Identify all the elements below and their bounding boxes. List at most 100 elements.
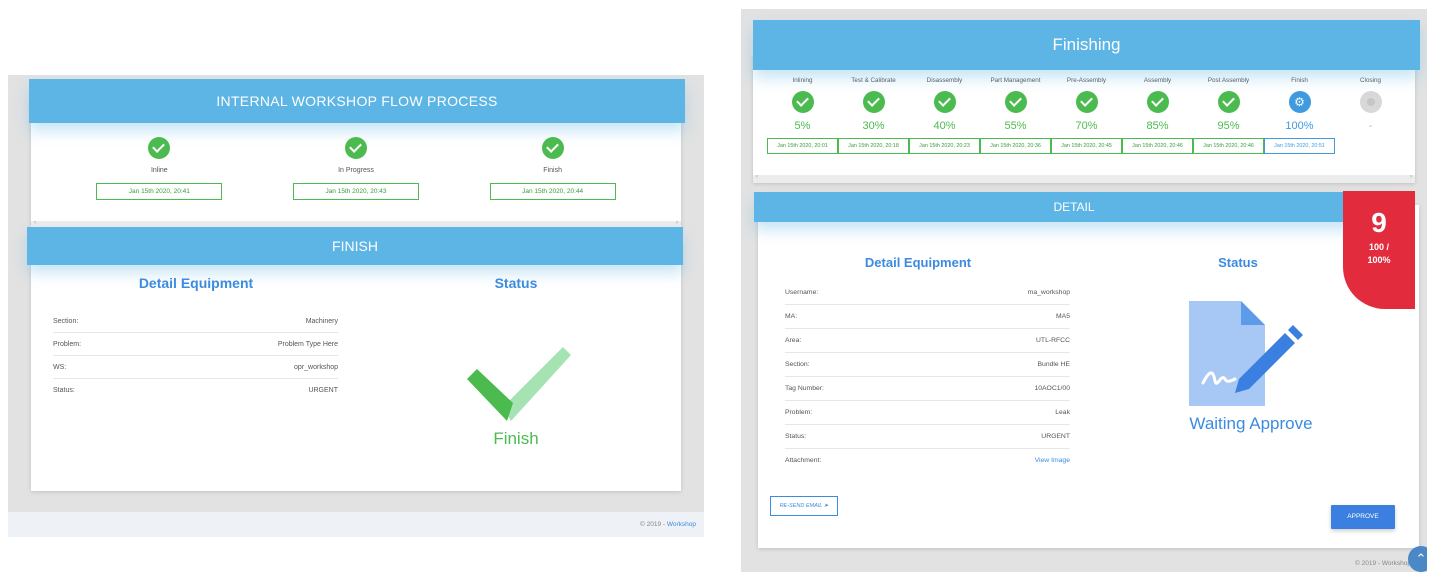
detail-key: Status:	[785, 433, 807, 440]
scroll-left-icon[interactable]: ‹	[756, 174, 758, 180]
step-label: Finish	[543, 167, 562, 174]
stage-disassembly: Disassembly 40% Jan 15th 2020, 20:23	[909, 77, 980, 154]
check-icon	[1217, 91, 1240, 113]
check-icon	[933, 91, 956, 113]
stage-date: Jan 15th 2020, 20:01	[767, 138, 838, 154]
detail-row-section: Section: Machinery	[53, 310, 338, 333]
step-label: In Progress	[338, 167, 374, 174]
stage-date: Jan 15th 2020, 20:18	[838, 138, 909, 154]
status-title: Status	[494, 275, 538, 291]
step-date: Jan 15th 2020, 20:43	[292, 183, 419, 200]
finish-card: FINISH Detail Equipment Status Section: M…	[27, 227, 683, 491]
check-icon	[344, 137, 367, 159]
stage-part-management: Part Management 55% Jan 15th 2020, 20:36	[980, 77, 1051, 154]
detail-key: Section:	[53, 318, 79, 325]
detail-key: Tag Number:	[785, 385, 824, 392]
detail-row-status: Status: URGENT	[785, 425, 1070, 449]
view-image-link[interactable]: View Image	[1035, 449, 1070, 473]
finish-check-icon	[467, 347, 571, 421]
scroll-right-icon[interactable]: ›	[1410, 174, 1412, 180]
stage-date: Jan 15th 2020, 20:36	[980, 138, 1051, 154]
stage-percent: 55%	[1004, 120, 1027, 132]
scroll-right-icon[interactable]: ›	[676, 220, 678, 226]
footer: © 2019 - Workshop	[8, 512, 704, 537]
gear-icon: ⚙	[1288, 91, 1311, 113]
detail-key: Status:	[53, 387, 75, 394]
detail-value: Bundle HE	[1037, 361, 1071, 368]
detail-row-section: Section: Bundle HE	[785, 353, 1070, 377]
check-icon	[1004, 91, 1027, 113]
detail-row-status: Status: URGENT	[53, 379, 338, 402]
finish-header: FINISH	[27, 227, 683, 265]
stage-closing: Closing -	[1335, 77, 1406, 154]
detail-row-problem: Problem: Leak	[785, 401, 1070, 425]
stage-inlining: Inlining 5% Jan 15th 2020, 20:01	[767, 77, 838, 154]
detail-value: Leak	[1055, 409, 1070, 416]
stage-finish: Finish ⚙ 100% Jan 15th 2020, 20:51	[1264, 77, 1335, 154]
stage-label: Post Assembly	[1207, 77, 1250, 84]
detail-value: Machinery	[305, 318, 338, 325]
detail-key: Section:	[785, 361, 810, 368]
scroll-left-icon[interactable]: ‹	[34, 220, 36, 226]
scroll-to-top-icon[interactable]: ⌃	[1408, 546, 1427, 572]
detail-key: Username:	[785, 289, 819, 296]
detail-header: DETAIL	[754, 192, 1394, 222]
approve-button[interactable]: APPROVE	[1331, 505, 1395, 529]
check-icon	[541, 137, 564, 159]
flow-step-finish: Finish Jan 15th 2020, 20:44	[483, 137, 623, 200]
badge-number: 9	[1371, 207, 1387, 238]
finish-status-text: Finish	[493, 429, 539, 448]
detail-value: ma_workshop	[1027, 289, 1070, 296]
detail-value: Problem Type Here	[277, 341, 338, 348]
send-icon: ➤	[823, 503, 829, 509]
stage-label: Finish	[1291, 77, 1308, 84]
stage-percent: 95%	[1217, 120, 1240, 132]
stage-percent: 70%	[1075, 120, 1098, 132]
stage-percent: -	[1368, 120, 1373, 132]
stage-progress-card: Inlining 5% Jan 15th 2020, 20:01 Test & …	[753, 55, 1415, 183]
detail-value: MA5	[1056, 313, 1070, 320]
check-icon	[791, 91, 814, 113]
detail-list: Section: Machinery Problem: Problem Type H…	[53, 310, 338, 402]
footer: © 2019 - Workshop	[1355, 560, 1411, 567]
resend-email-button[interactable]: RE-SEND EMAIL ➤	[770, 496, 838, 516]
resend-email-label: RE-SEND EMAIL	[779, 503, 823, 509]
flow-step-inline: Inline Jan 15th 2020, 20:41	[89, 137, 229, 200]
footer-text: © 2019 -	[640, 521, 667, 528]
progress-badge: 9 100 / 100%	[1343, 191, 1415, 309]
step-label: Inline	[150, 167, 168, 174]
check-icon	[1075, 91, 1098, 113]
stage-date: Jan 15th 2020, 20:23	[909, 138, 980, 154]
stage-percent: 30%	[862, 120, 885, 132]
detail-key: Attachment:	[785, 457, 822, 464]
stage-date: Jan 15th 2020, 20:45	[1051, 138, 1122, 154]
flow-process-header: INTERNAL WORKSHOP FLOW PROCESS	[29, 79, 685, 123]
detail-key: Problem:	[53, 341, 82, 348]
detail-row-ws: WS: opr_workshop	[53, 356, 338, 379]
step-date: Jan 15th 2020, 20:41	[96, 183, 223, 200]
detail-key: Problem:	[785, 409, 813, 416]
detail-value: URGENT	[308, 387, 338, 394]
right-screenshot: Inlining 5% Jan 15th 2020, 20:01 Test & …	[741, 9, 1427, 572]
stage-label: Part Management	[990, 77, 1041, 84]
detail-row-tag-number: Tag Number: 10AOC1/00	[785, 377, 1070, 401]
flow-steps: Inline Jan 15th 2020, 20:41 In Progress …	[31, 137, 681, 200]
pending-icon	[1359, 91, 1382, 113]
stage-label: Test & Calibrate	[851, 77, 896, 84]
detail-value: 10AOC1/00	[1034, 385, 1070, 392]
status-title: Status	[1218, 255, 1258, 270]
flow-process-card: INTERNAL WORKSHOP FLOW PROCESS Inline Ja…	[29, 79, 685, 229]
stage-date: Jan 15th 2020, 20:51	[1264, 138, 1335, 154]
check-icon	[148, 137, 171, 159]
stage-label: Pre-Assembly	[1066, 77, 1107, 84]
stage-header: Finishing	[753, 20, 1420, 70]
detail-row-ma: MA: MA5	[785, 305, 1070, 329]
detail-row-attachment: Attachment: View Image	[785, 449, 1070, 473]
detail-key: WS:	[53, 364, 67, 371]
horizontal-scrollbar[interactable]: ‹ ›	[753, 174, 1415, 183]
stage-test-calibrate: Test & Calibrate 30% Jan 15th 2020, 20:1…	[838, 77, 909, 154]
badge-fraction-top: 100 /	[1368, 242, 1390, 252]
stage-date: Jan 15th 2020, 20:46	[1193, 138, 1264, 154]
waiting-approve-text: Waiting Approve	[1189, 414, 1313, 433]
footer-workshop-link[interactable]: Workshop	[667, 521, 696, 528]
